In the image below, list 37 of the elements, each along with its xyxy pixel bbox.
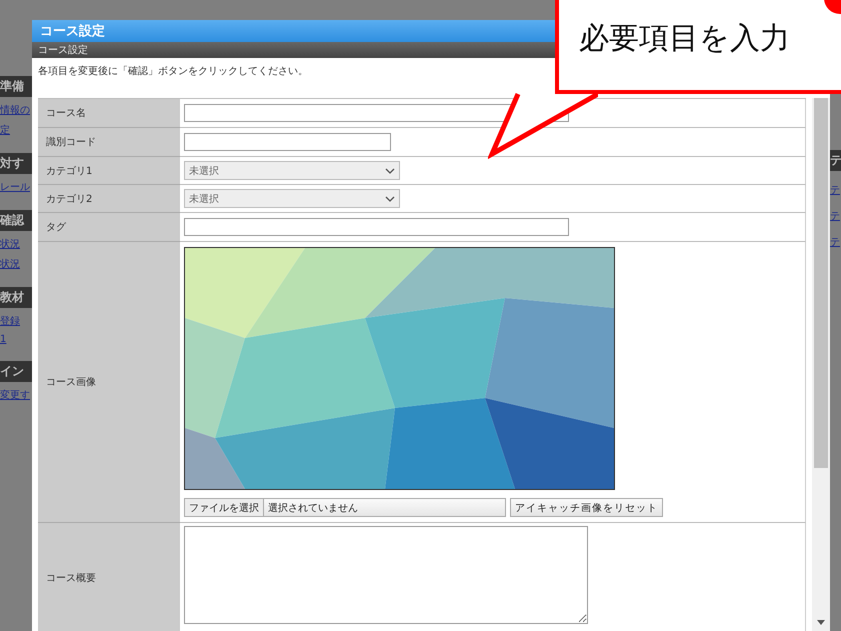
background-heading: テ	[830, 150, 841, 171]
background-link[interactable]: 情報の	[0, 103, 32, 117]
field-label: コース名	[38, 99, 180, 128]
background-heading: 対す	[0, 153, 32, 174]
background-link[interactable]: 状況	[0, 257, 32, 271]
field-label: コース概要	[38, 523, 180, 631]
field-label: コース画像	[38, 242, 180, 523]
chevron-down-icon	[385, 196, 395, 202]
chevron-down-icon	[385, 168, 395, 174]
field-label: カテゴリ1	[38, 157, 180, 185]
background-link[interactable]: テ	[830, 183, 841, 197]
background-link[interactable]: レール	[0, 180, 32, 194]
text-field[interactable]	[184, 218, 569, 236]
field-label: タグ	[38, 213, 180, 242]
select-field[interactable]: 未選択	[184, 161, 400, 180]
reset-image-button[interactable]: アイキャッチ画像をリセット	[510, 498, 663, 517]
background-link[interactable]: 登録	[0, 314, 32, 328]
background-heading: 確認	[0, 210, 32, 231]
background-link[interactable]: テ	[830, 209, 841, 223]
background-link[interactable]: 状況	[0, 237, 32, 251]
background-link[interactable]: テ	[830, 235, 841, 249]
background-link[interactable]: 変更す	[0, 388, 32, 402]
textarea-field[interactable]	[184, 526, 588, 624]
background-heading: イン	[0, 361, 32, 382]
background-heading: 準備	[0, 76, 32, 97]
field-label: 識別コード	[38, 128, 180, 157]
background-heading: 教材	[0, 287, 32, 308]
instruction-text: 各項目を変更後に「確認」ボタンをクリックしてください。	[38, 64, 309, 79]
file-input[interactable]: ファイルを選択 選択されていません	[184, 498, 506, 517]
background-link[interactable]: 定	[0, 123, 32, 137]
background-link[interactable]: 1	[0, 334, 32, 345]
field-label: カテゴリ2	[38, 185, 180, 213]
text-field[interactable]	[184, 133, 391, 151]
select-field[interactable]: 未選択	[184, 189, 400, 208]
scrollbar[interactable]	[812, 98, 830, 631]
choose-file-button[interactable]: ファイルを選択	[185, 499, 264, 516]
scroll-down-icon[interactable]	[817, 620, 825, 625]
